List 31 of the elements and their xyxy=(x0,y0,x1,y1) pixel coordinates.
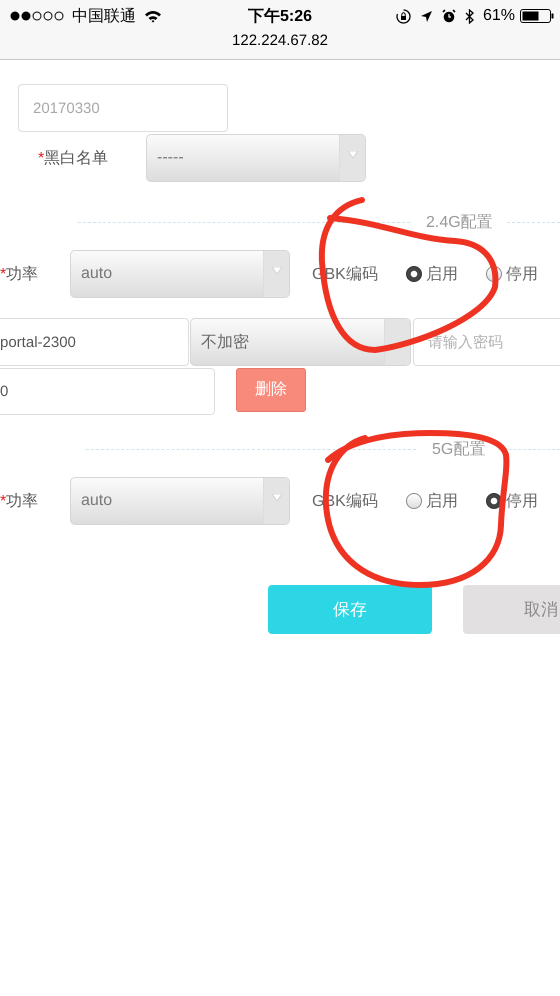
radio-option[interactable]: 停用 xyxy=(486,490,538,512)
ssid-field[interactable]: portal-2300 xyxy=(0,318,189,366)
rotation-lock-icon xyxy=(396,8,411,24)
section-title: 2.4G配置 xyxy=(426,212,493,232)
blacklist-dropdown[interactable]: ----- xyxy=(146,134,366,182)
power-label: *功率 xyxy=(0,264,40,284)
page-address: 122.224.67.82 xyxy=(231,32,329,50)
caret-icon xyxy=(272,267,282,274)
caret-icon xyxy=(348,151,358,158)
radio-option[interactable]: 启用 xyxy=(406,490,458,512)
alarm-icon xyxy=(442,9,456,23)
battery-icon xyxy=(520,9,554,23)
bluetooth-icon xyxy=(464,8,474,24)
radio-option[interactable]: 启用 xyxy=(406,264,458,284)
power-label: *功率 xyxy=(0,492,40,512)
signal-icon xyxy=(10,11,64,21)
date-field[interactable]: 20170330 xyxy=(18,84,228,132)
wifi-icon xyxy=(144,10,162,22)
caret-icon xyxy=(272,494,282,501)
blacklist-label: *黑白名单 xyxy=(38,148,110,168)
battery-percentage: 61% xyxy=(482,7,515,25)
clock-time: 下午5:26 xyxy=(248,6,312,26)
cancel-button[interactable]: 取消 xyxy=(463,585,560,634)
carrier-name: 中国联通 xyxy=(72,6,136,26)
radio-option[interactable]: 停用 xyxy=(486,264,538,284)
power-dropdown[interactable]: auto xyxy=(70,477,290,525)
section-title: 5G配置 xyxy=(432,440,486,460)
location-arrow-icon xyxy=(420,10,433,22)
power-dropdown[interactable]: auto xyxy=(70,250,290,298)
encryption-dropdown[interactable]: 不加密 xyxy=(190,318,411,366)
input-field[interactable]: 0 xyxy=(0,368,215,415)
